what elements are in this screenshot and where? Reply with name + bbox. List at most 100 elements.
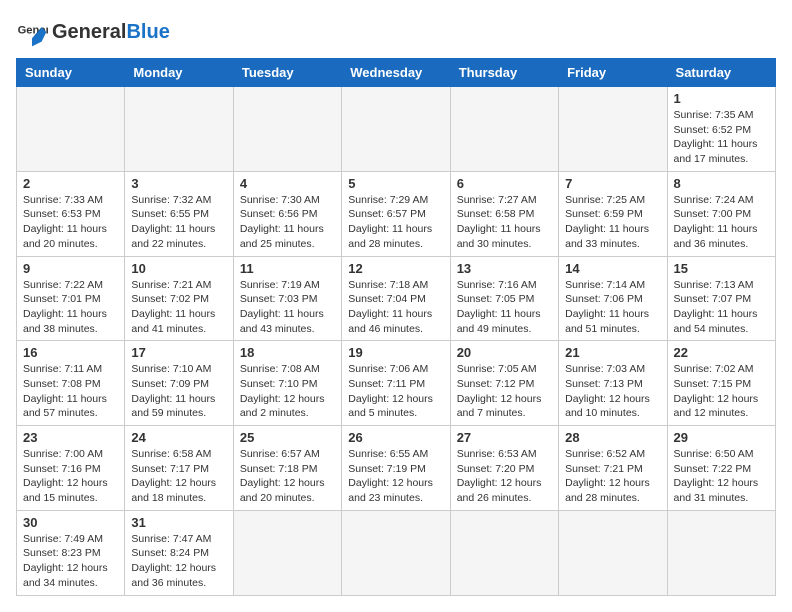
day-info: Sunrise: 7:13 AM Sunset: 7:07 PM Dayligh… (674, 278, 769, 337)
calendar-header-row: SundayMondayTuesdayWednesdayThursdayFrid… (17, 59, 776, 87)
calendar-cell: 18Sunrise: 7:08 AM Sunset: 7:10 PM Dayli… (233, 341, 341, 426)
day-info: Sunrise: 6:58 AM Sunset: 7:17 PM Dayligh… (131, 447, 226, 506)
calendar-cell (17, 87, 125, 172)
calendar-cell: 30 Sunrise: 7:49 AM Sunset: 8:23 PM Dayli… (17, 510, 125, 595)
calendar-cell (342, 87, 450, 172)
day-number: 12 (348, 261, 443, 276)
day-info: Sunrise: 6:55 AM Sunset: 7:19 PM Dayligh… (348, 447, 443, 506)
day-info: Sunrise: 7:14 AM Sunset: 7:06 PM Dayligh… (565, 278, 660, 337)
calendar: SundayMondayTuesdayWednesdayThursdayFrid… (16, 58, 776, 596)
day-info: Sunrise: 7:16 AM Sunset: 7:05 PM Dayligh… (457, 278, 552, 337)
day-number: 29 (674, 430, 769, 445)
calendar-cell: 20 Sunrise: 7:05 AM Sunset: 7:12 PM Dayli… (450, 341, 558, 426)
calendar-cell: 5 Sunrise: 7:29 AM Sunset: 6:57 PM Daylig… (342, 171, 450, 256)
day-info: Sunrise: 7:06 AM Sunset: 7:11 PM Dayligh… (348, 362, 443, 421)
calendar-cell (233, 87, 341, 172)
calendar-cell: 27Sunrise: 6:53 AM Sunset: 7:20 PM Dayli… (450, 426, 558, 511)
calendar-cell: 25Sunrise: 6:57 AM Sunset: 7:18 PM Dayli… (233, 426, 341, 511)
day-info: Sunrise: 7:30 AM Sunset: 6:56 PM Dayligh… (240, 193, 335, 252)
day-number: 27 (457, 430, 552, 445)
day-number: 11 (240, 261, 335, 276)
calendar-cell: 4 Sunrise: 7:30 AM Sunset: 6:56 PM Daylig… (233, 171, 341, 256)
day-number: 17 (131, 345, 226, 360)
day-number: 5 (348, 176, 443, 191)
day-info: Sunrise: 7:49 AM Sunset: 8:23 PM Dayligh… (23, 532, 118, 591)
calendar-week-row: 1 Sunrise: 7:35 AM Sunset: 6:52 PM Daylig… (17, 87, 776, 172)
calendar-cell: 14 Sunrise: 7:14 AM Sunset: 7:06 PM Dayli… (559, 256, 667, 341)
header-day-wednesday: Wednesday (342, 59, 450, 87)
calendar-cell: 13 Sunrise: 7:16 AM Sunset: 7:05 PM Dayli… (450, 256, 558, 341)
day-number: 21 (565, 345, 660, 360)
logo-icon: General (16, 16, 48, 48)
calendar-cell: 3Sunrise: 7:32 AM Sunset: 6:55 PM Daylig… (125, 171, 233, 256)
day-number: 26 (348, 430, 443, 445)
day-number: 14 (565, 261, 660, 276)
calendar-cell: 22 Sunrise: 7:02 AM Sunset: 7:15 PM Dayli… (667, 341, 775, 426)
calendar-cell (450, 510, 558, 595)
calendar-week-row: 30 Sunrise: 7:49 AM Sunset: 8:23 PM Dayli… (17, 510, 776, 595)
calendar-cell: 23Sunrise: 7:00 AM Sunset: 7:16 PM Dayli… (17, 426, 125, 511)
calendar-cell: 11 Sunrise: 7:19 AM Sunset: 7:03 PM Dayli… (233, 256, 341, 341)
calendar-cell (342, 510, 450, 595)
header-day-friday: Friday (559, 59, 667, 87)
day-number: 10 (131, 261, 226, 276)
day-number: 23 (23, 430, 118, 445)
calendar-cell (125, 87, 233, 172)
day-info: Sunrise: 7:33 AM Sunset: 6:53 PM Dayligh… (23, 193, 118, 252)
day-info: Sunrise: 7:47 AM Sunset: 8:24 PM Dayligh… (131, 532, 226, 591)
calendar-cell: 6 Sunrise: 7:27 AM Sunset: 6:58 PM Daylig… (450, 171, 558, 256)
day-info: Sunrise: 7:25 AM Sunset: 6:59 PM Dayligh… (565, 193, 660, 252)
calendar-week-row: 16Sunrise: 7:11 AM Sunset: 7:08 PM Dayli… (17, 341, 776, 426)
calendar-cell: 1 Sunrise: 7:35 AM Sunset: 6:52 PM Daylig… (667, 87, 775, 172)
calendar-week-row: 9Sunrise: 7:22 AM Sunset: 7:01 PM Daylig… (17, 256, 776, 341)
logo-text: GeneralBlue (52, 22, 170, 42)
day-number: 13 (457, 261, 552, 276)
day-number: 15 (674, 261, 769, 276)
day-number: 24 (131, 430, 226, 445)
day-info: Sunrise: 7:05 AM Sunset: 7:12 PM Dayligh… (457, 362, 552, 421)
day-number: 8 (674, 176, 769, 191)
day-info: Sunrise: 7:02 AM Sunset: 7:15 PM Dayligh… (674, 362, 769, 421)
day-info: Sunrise: 7:32 AM Sunset: 6:55 PM Dayligh… (131, 193, 226, 252)
day-info: Sunrise: 7:27 AM Sunset: 6:58 PM Dayligh… (457, 193, 552, 252)
calendar-cell: 28 Sunrise: 6:52 AM Sunset: 7:21 PM Dayli… (559, 426, 667, 511)
day-number: 30 (23, 515, 118, 530)
calendar-cell: 17 Sunrise: 7:10 AM Sunset: 7:09 PM Dayli… (125, 341, 233, 426)
day-number: 6 (457, 176, 552, 191)
header-day-monday: Monday (125, 59, 233, 87)
day-number: 22 (674, 345, 769, 360)
calendar-cell (233, 510, 341, 595)
day-number: 20 (457, 345, 552, 360)
header-day-thursday: Thursday (450, 59, 558, 87)
calendar-cell: 10 Sunrise: 7:21 AM Sunset: 7:02 PM Dayli… (125, 256, 233, 341)
day-number: 28 (565, 430, 660, 445)
day-number: 2 (23, 176, 118, 191)
day-number: 19 (348, 345, 443, 360)
day-number: 4 (240, 176, 335, 191)
header-day-tuesday: Tuesday (233, 59, 341, 87)
logo: General GeneralBlue (16, 16, 170, 48)
calendar-cell: 7Sunrise: 7:25 AM Sunset: 6:59 PM Daylig… (559, 171, 667, 256)
day-info: Sunrise: 7:21 AM Sunset: 7:02 PM Dayligh… (131, 278, 226, 337)
calendar-cell: 2 Sunrise: 7:33 AM Sunset: 6:53 PM Daylig… (17, 171, 125, 256)
calendar-cell: 16Sunrise: 7:11 AM Sunset: 7:08 PM Dayli… (17, 341, 125, 426)
header: General GeneralBlue (16, 16, 776, 48)
day-info: Sunrise: 7:10 AM Sunset: 7:09 PM Dayligh… (131, 362, 226, 421)
header-day-sunday: Sunday (17, 59, 125, 87)
day-info: Sunrise: 7:19 AM Sunset: 7:03 PM Dayligh… (240, 278, 335, 337)
day-info: Sunrise: 7:08 AM Sunset: 7:10 PM Dayligh… (240, 362, 335, 421)
day-number: 1 (674, 91, 769, 106)
day-info: Sunrise: 6:57 AM Sunset: 7:18 PM Dayligh… (240, 447, 335, 506)
day-number: 9 (23, 261, 118, 276)
day-number: 31 (131, 515, 226, 530)
calendar-cell: 19 Sunrise: 7:06 AM Sunset: 7:11 PM Dayli… (342, 341, 450, 426)
calendar-week-row: 23Sunrise: 7:00 AM Sunset: 7:16 PM Dayli… (17, 426, 776, 511)
day-info: Sunrise: 7:29 AM Sunset: 6:57 PM Dayligh… (348, 193, 443, 252)
day-info: Sunrise: 6:52 AM Sunset: 7:21 PM Dayligh… (565, 447, 660, 506)
calendar-cell: 24 Sunrise: 6:58 AM Sunset: 7:17 PM Dayli… (125, 426, 233, 511)
day-info: Sunrise: 7:03 AM Sunset: 7:13 PM Dayligh… (565, 362, 660, 421)
calendar-cell: 9Sunrise: 7:22 AM Sunset: 7:01 PM Daylig… (17, 256, 125, 341)
calendar-cell: 26 Sunrise: 6:55 AM Sunset: 7:19 PM Dayli… (342, 426, 450, 511)
day-info: Sunrise: 7:35 AM Sunset: 6:52 PM Dayligh… (674, 108, 769, 167)
calendar-cell (667, 510, 775, 595)
